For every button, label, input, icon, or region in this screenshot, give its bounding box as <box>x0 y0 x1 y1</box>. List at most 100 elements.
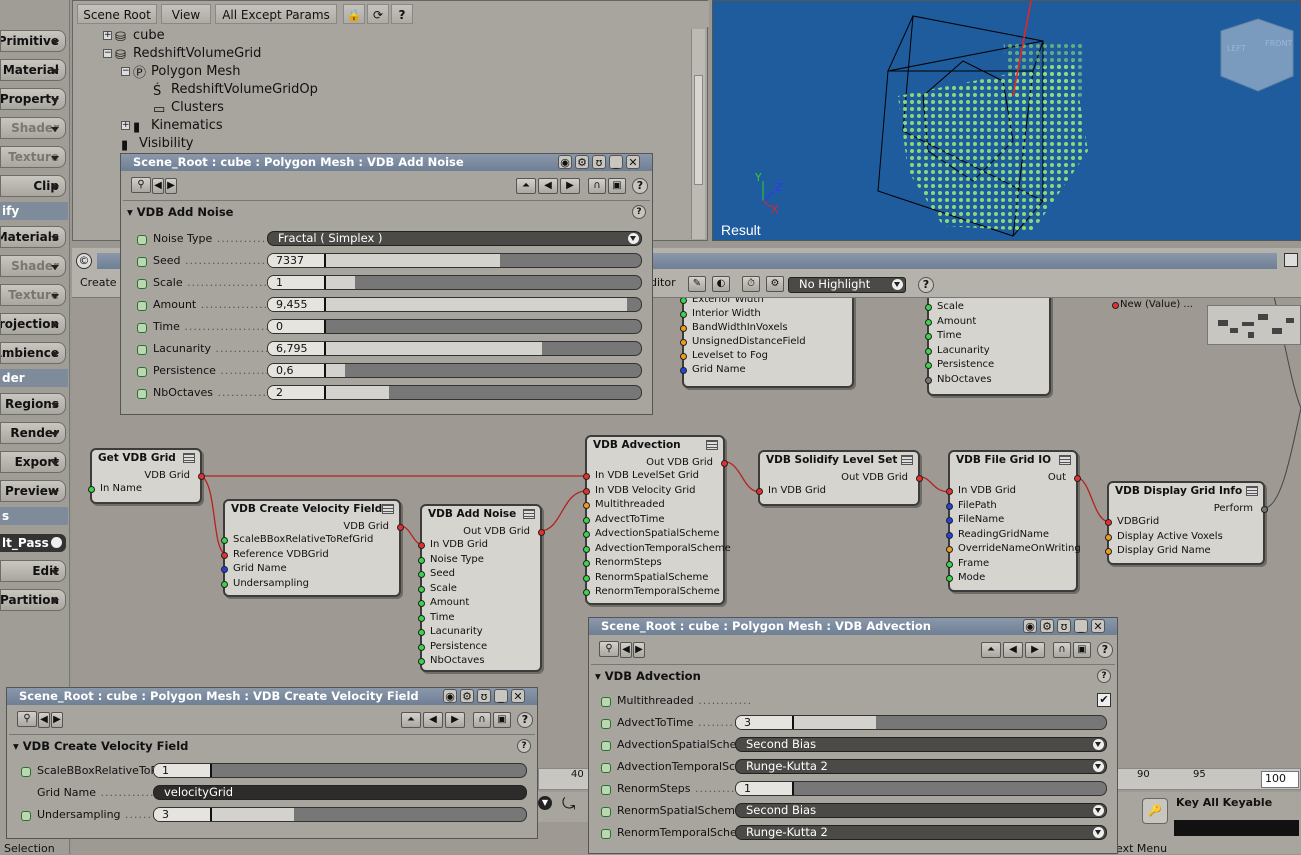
animatable-checkbox[interactable] <box>21 811 31 821</box>
pin-icon[interactable]: ⚙ <box>1040 619 1054 633</box>
lock-icon[interactable]: ʊ <box>1057 619 1071 633</box>
copy-icon[interactable]: ▣ <box>493 712 511 728</box>
slider-value[interactable]: 1 <box>154 764 212 777</box>
input-port-dot[interactable] <box>946 531 953 539</box>
grid-name-field[interactable]: velocityGrid <box>153 785 527 800</box>
toolbar-button[interactable]: Export <box>0 451 66 473</box>
input-port-dot[interactable] <box>946 546 953 553</box>
node-fileio[interactable]: VDB File Grid IO Out In VDB Grid FilePath Fi… <box>946 450 1081 592</box>
slider-value[interactable]: 7337 <box>268 254 326 267</box>
expand-icon[interactable]: + <box>121 121 130 130</box>
port-dot[interactable] <box>925 333 932 340</box>
animatable-checkbox[interactable] <box>137 367 147 377</box>
viewport[interactable]: Result Y Z X LEFT FRONT <box>712 0 1301 241</box>
forward-icon[interactable]: ▶ <box>1025 642 1045 658</box>
help-icon[interactable]: ? <box>632 205 646 219</box>
explorer-scrollbar[interactable] <box>691 29 705 239</box>
collapse-icon[interactable] <box>706 440 718 450</box>
input-port-dot[interactable] <box>418 542 425 549</box>
toolbar-button[interactable]: Preview <box>0 480 66 502</box>
input-port-dot[interactable] <box>1105 533 1112 541</box>
lock-icon[interactable]: ʊ <box>477 689 491 703</box>
eye-icon[interactable]: ◉ <box>1023 619 1037 633</box>
home-icon[interactable]: ⏶ <box>516 178 536 194</box>
collapse-icon[interactable] <box>1059 455 1071 465</box>
toolbar-button[interactable]: Materials <box>0 226 66 248</box>
input-port-dot[interactable] <box>583 531 590 538</box>
input-port-dot[interactable] <box>946 560 953 568</box>
minimize-icon[interactable]: _ <box>609 155 623 169</box>
output-port-dot[interactable] <box>198 473 205 480</box>
slider-value[interactable]: 2 <box>268 386 326 399</box>
port-dot[interactable] <box>1112 302 1119 309</box>
output-port-dot[interactable] <box>397 524 404 531</box>
tree-item[interactable]: − ⛁ RedshiftVolumeGrid <box>103 45 261 63</box>
input-port-dot[interactable] <box>946 488 953 495</box>
copy-icon[interactable]: ▣ <box>1073 642 1091 658</box>
animatable-checkbox[interactable] <box>21 767 31 777</box>
tree-item[interactable]: + ⛁ cube <box>103 27 165 45</box>
slider-value[interactable]: 1 <box>268 276 326 289</box>
input-port-dot[interactable] <box>946 502 953 510</box>
collapse-icon[interactable] <box>901 455 913 465</box>
timeline-right[interactable]: 90 95 100 <box>1116 768 1301 790</box>
input-port-dot[interactable] <box>88 486 95 493</box>
collapse-icon[interactable] <box>382 504 394 514</box>
key-field[interactable] <box>1174 820 1299 836</box>
animatable-checkbox[interactable] <box>601 719 611 729</box>
input-port-dot[interactable] <box>418 571 425 578</box>
help-icon[interactable]: ? <box>632 178 648 194</box>
home-icon[interactable]: ⏶ <box>401 712 421 728</box>
section-header[interactable]: ▾ VDB Create Velocity Field <box>13 739 188 753</box>
highlight-dropdown[interactable]: No Highlight <box>788 277 906 293</box>
input-port-dot[interactable] <box>946 517 953 524</box>
collapse-icon[interactable] <box>1246 486 1258 496</box>
slider-value[interactable]: 0,6 <box>268 364 326 377</box>
input-port-dot[interactable] <box>418 556 425 564</box>
help-icon[interactable]: ? <box>1097 669 1111 683</box>
help-icon[interactable]: ? <box>1097 642 1113 658</box>
port-dot[interactable] <box>925 376 932 384</box>
lock-icon[interactable]: ∩ <box>1053 642 1071 658</box>
dropdown-icon[interactable]: ▼ <box>538 796 552 810</box>
input-port-dot[interactable] <box>583 502 590 509</box>
animatable-checkbox[interactable] <box>601 741 611 751</box>
animatable-checkbox[interactable] <box>137 389 147 399</box>
lock-icon[interactable]: ∩ <box>473 712 491 728</box>
help-icon[interactable]: ? <box>517 712 533 728</box>
forward-icon[interactable]: ▶ <box>445 712 465 728</box>
input-port-dot[interactable] <box>418 643 425 651</box>
param-slider[interactable]: 3 <box>735 715 1107 730</box>
next-icon[interactable]: ▶ <box>165 178 177 194</box>
toolbar-button[interactable]: Clip <box>0 175 66 197</box>
param-dropdown[interactable]: Second Bias <box>735 737 1107 752</box>
input-port-dot[interactable] <box>583 560 590 567</box>
node-value-fragment[interactable]: New (Value) ... <box>1112 298 1207 320</box>
node-advection[interactable]: VDB Advection Out VDB Grid In VDB LevelSet… <box>583 435 731 605</box>
param-dropdown[interactable]: Runge-Kutta 2 <box>735 759 1107 774</box>
help-icon[interactable]: ? <box>918 277 934 293</box>
help-icon[interactable]: ? <box>517 739 531 753</box>
input-port-dot[interactable] <box>583 487 590 495</box>
input-port-dot[interactable] <box>418 658 425 665</box>
port-dot[interactable] <box>925 304 932 311</box>
input-port-dot[interactable] <box>1105 548 1112 555</box>
toolbar-button[interactable]: Render <box>0 422 66 444</box>
eye-icon[interactable]: ◉ <box>558 155 572 169</box>
expand-icon[interactable]: + <box>103 31 112 40</box>
port-dot[interactable] <box>925 362 932 369</box>
search-icon[interactable]: ⚲ <box>599 641 619 657</box>
output-port-dot[interactable] <box>538 529 545 536</box>
loop-icon[interactable]: ⤿ <box>562 794 575 814</box>
param-slider[interactable]: 1 <box>267 275 642 290</box>
node-display[interactable]: VDB Display Grid Info Perform VDBGrid Displ… <box>1105 481 1268 565</box>
node-velocity[interactable]: VDB Create Velocity Field VDB Grid ScaleBB… <box>221 499 404 597</box>
search-icon[interactable]: ⚲ <box>17 711 37 727</box>
end-frame-field[interactable]: 100 <box>1261 771 1299 788</box>
tree-item[interactable]: ▮ Visibility <box>121 135 193 153</box>
param-slider[interactable]: 1 <box>153 763 527 778</box>
home-icon[interactable]: ⏶ <box>981 642 1001 658</box>
highlight-icon[interactable]: ✎ <box>688 276 706 292</box>
port-dot[interactable] <box>680 353 687 360</box>
param-slider[interactable]: 7337 <box>267 253 642 268</box>
